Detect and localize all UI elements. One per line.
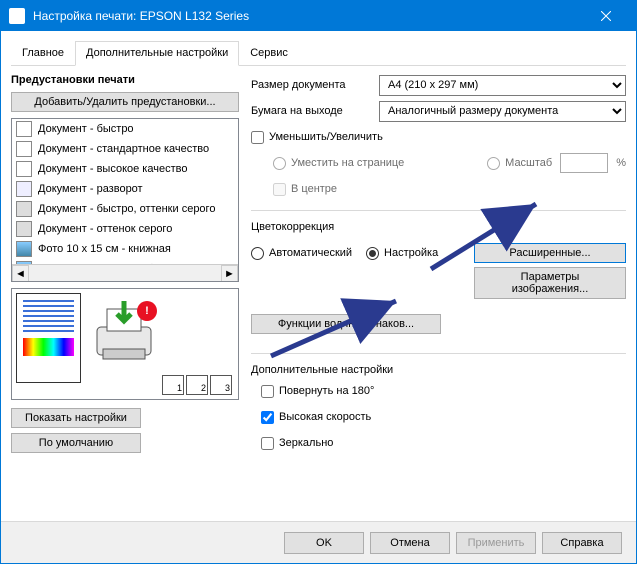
preset-item: Документ - быстро, оттенки серого	[12, 199, 238, 219]
warning-icon: !	[137, 301, 157, 321]
image-options-button[interactable]: Параметры изображения...	[474, 267, 626, 299]
preset-item: Документ - разворот	[12, 179, 238, 199]
preset-item: Фото 10 x 15 см - книжная	[12, 239, 238, 259]
resize-checkbox[interactable]	[251, 131, 264, 144]
defaults-button[interactable]: По умолчанию	[11, 433, 141, 453]
output-paper-label: Бумага на выходе	[251, 105, 371, 117]
close-button[interactable]	[583, 1, 628, 31]
doc-size-select[interactable]: A4 (210 x 297 мм)	[379, 75, 626, 96]
tray-icon: 2	[186, 375, 208, 395]
printer-icon: 🖶	[9, 8, 25, 24]
scroll-left-button[interactable]: ◄	[12, 265, 29, 282]
tab-main[interactable]: Главное	[11, 41, 75, 65]
custom-radio[interactable]: Настройка	[366, 247, 438, 260]
tray-icon: 3	[210, 375, 232, 395]
resize-label: Уменьшить/Увеличить	[269, 131, 383, 143]
presets-heading: Предустановки печати	[11, 74, 239, 86]
mirror-checkbox[interactable]	[261, 437, 274, 450]
preset-item: Документ - стандартное качество	[12, 139, 238, 159]
show-settings-button[interactable]: Показать настройки	[11, 408, 141, 428]
additional-settings-label: Дополнительные настройки	[251, 364, 626, 376]
add-remove-presets-button[interactable]: Добавить/Удалить предустановки...	[11, 92, 239, 112]
preset-item: Документ - быстро	[12, 119, 238, 139]
fit-page-radio: Уместить на странице	[273, 157, 404, 170]
tab-additional[interactable]: Дополнительные настройки	[75, 41, 239, 66]
advanced-button[interactable]: Расширенные...	[474, 243, 626, 263]
preset-list[interactable]: Документ - быстро Документ - стандартное…	[11, 118, 239, 282]
help-button[interactable]: Справка	[542, 532, 622, 554]
preview-pane: ! 1 2 3	[11, 288, 239, 400]
preset-item: Документ - высокое качество	[12, 159, 238, 179]
color-correction-label: Цветокоррекция	[251, 221, 626, 233]
ok-button[interactable]: OK	[284, 532, 364, 554]
document-preview	[16, 293, 81, 383]
doc-size-label: Размер документа	[251, 79, 371, 91]
scroll-right-button[interactable]: ►	[221, 265, 238, 282]
printer-preview: !	[89, 299, 159, 369]
scale-input	[560, 153, 608, 173]
apply-button[interactable]: Применить	[456, 532, 536, 554]
auto-radio[interactable]: Автоматический	[251, 247, 352, 260]
watermark-button[interactable]: Функции водяных знаков...	[251, 314, 441, 334]
tab-service[interactable]: Сервис	[239, 41, 299, 65]
window-title: Настройка печати: EPSON L132 Series	[33, 9, 583, 23]
tab-bar: Главное Дополнительные настройки Сервис	[11, 41, 626, 66]
output-paper-select[interactable]: Аналогичный размеру документа	[379, 101, 626, 122]
high-speed-checkbox[interactable]	[261, 411, 274, 424]
tray-icon: 1	[162, 375, 184, 395]
horizontal-scrollbar[interactable]: ◄ ►	[12, 264, 238, 281]
center-checkbox	[273, 183, 286, 196]
scale-radio: Масштаб	[487, 157, 552, 170]
rotate-checkbox[interactable]	[261, 385, 274, 398]
preset-item: Документ - оттенок серого	[12, 219, 238, 239]
cancel-button[interactable]: Отмена	[370, 532, 450, 554]
